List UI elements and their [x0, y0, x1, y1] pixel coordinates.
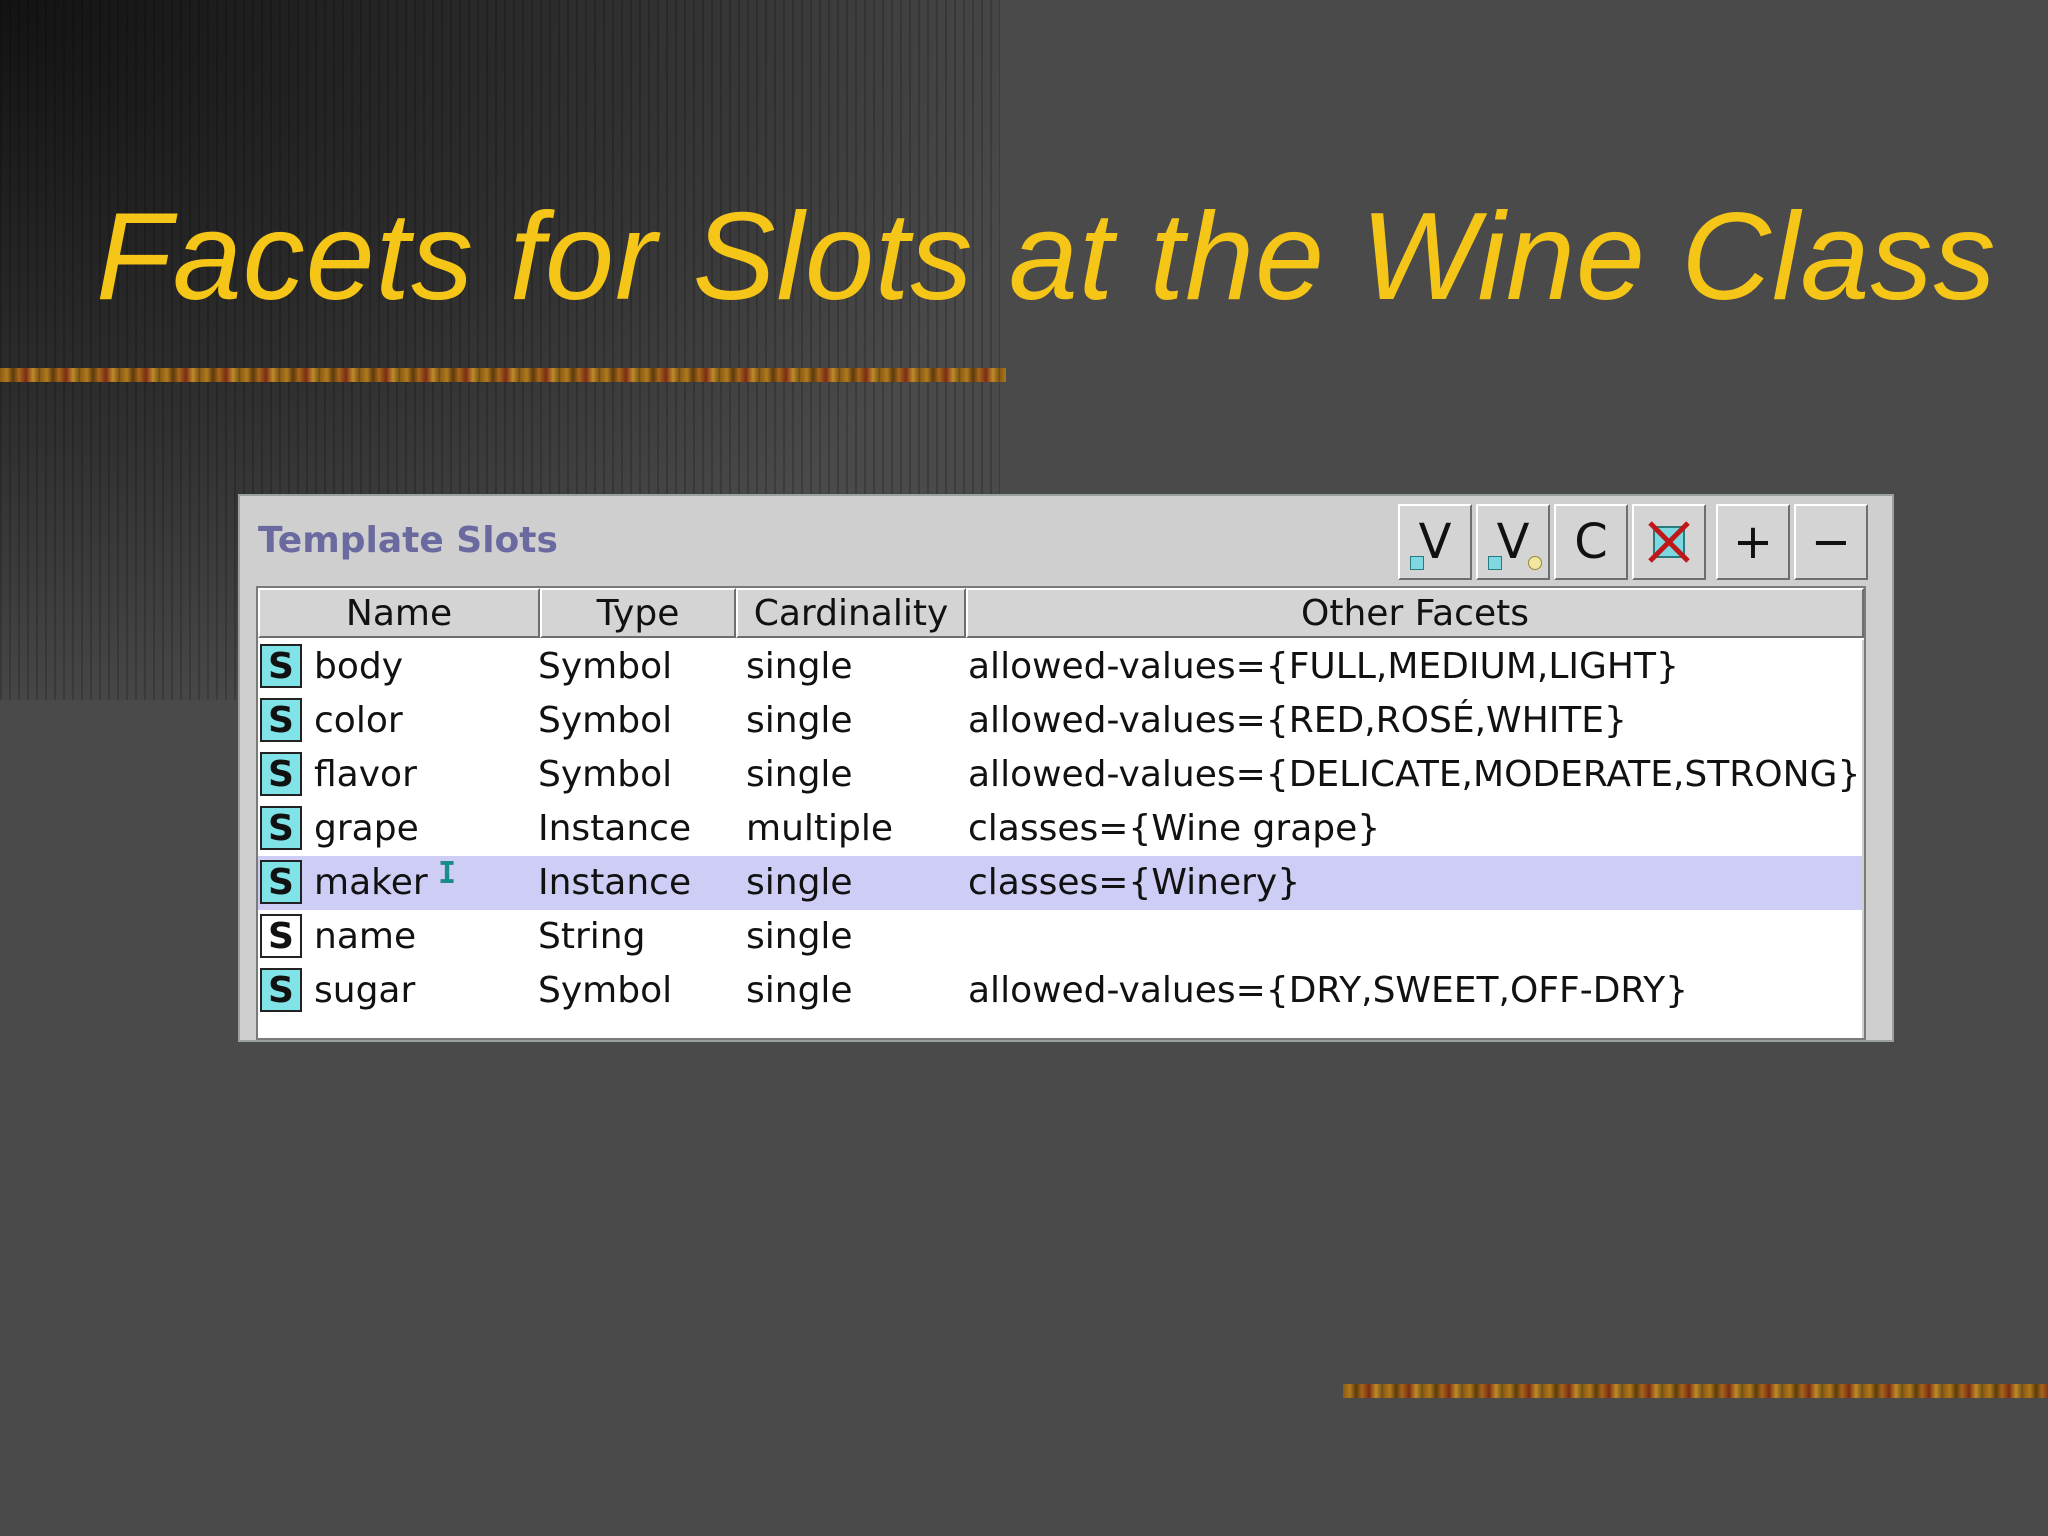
slide-title: Facets for Slots at the Wine Class	[96, 188, 1997, 326]
table-row[interactable]: S sugar Symbol single allowed-values={DR…	[258, 964, 1864, 1018]
slot-cardinality: single	[746, 970, 853, 1011]
slot-name: name	[314, 916, 417, 957]
slot-type: Symbol	[538, 970, 673, 1011]
slot-cardinality: single	[746, 916, 853, 957]
slot-type: String	[538, 916, 646, 957]
table-row[interactable]: S name String single	[258, 910, 1864, 964]
create-slot-icon: C	[1574, 514, 1608, 570]
remove-slot-button[interactable]: −	[1794, 504, 1868, 580]
table-header: Name Type Cardinality Other Facets	[258, 588, 1864, 638]
column-header-type[interactable]: Type	[540, 588, 736, 638]
slot-icon: S	[260, 914, 302, 958]
slot-icon: S	[260, 752, 302, 796]
view-slot-button[interactable]: V	[1398, 504, 1472, 580]
slot-cardinality: multiple	[746, 808, 894, 849]
slot-square-icon	[1410, 556, 1424, 570]
panel-label: Template Slots	[258, 520, 558, 561]
slot-name: flavor	[314, 754, 417, 795]
slot-type: Symbol	[538, 754, 673, 795]
slot-cardinality: single	[746, 754, 853, 795]
delete-slot-icon	[1648, 521, 1690, 563]
remove-slot-icon: −	[1810, 514, 1852, 570]
table-row[interactable]: S color Symbol single allowed-values={RE…	[258, 694, 1864, 748]
slot-type: Symbol	[538, 700, 673, 741]
slot-icon: S	[260, 644, 302, 688]
table-row[interactable]: S flavor Symbol single allowed-values={D…	[258, 748, 1864, 802]
slot-icon: S	[260, 860, 302, 904]
slot-cardinality: single	[746, 646, 853, 687]
column-header-other-facets[interactable]: Other Facets	[966, 588, 1864, 638]
slot-facets: allowed-values={FULL,MEDIUM,LIGHT}	[968, 646, 1679, 687]
decorative-rule-top	[0, 368, 1006, 382]
template-slots-panel: Template Slots V V C + − Name Type Cardi…	[238, 494, 1894, 1042]
slot-icon: S	[260, 806, 302, 850]
delete-slot-button[interactable]	[1632, 504, 1706, 580]
slot-name: body	[314, 646, 404, 687]
table-scrollbar[interactable]	[1862, 640, 1864, 1038]
add-slot-icon: +	[1732, 514, 1774, 570]
slot-type: Instance	[538, 862, 692, 903]
slot-type: Instance	[538, 808, 692, 849]
slot-facets: allowed-values={RED,ROSÉ,WHITE}	[968, 700, 1627, 741]
column-header-cardinality[interactable]: Cardinality	[736, 588, 966, 638]
slot-square-icon	[1488, 556, 1502, 570]
slot-name: sugar	[314, 970, 416, 1011]
slot-cardinality: single	[746, 862, 853, 903]
table-row[interactable]: S body Symbol single allowed-values={FUL…	[258, 640, 1864, 694]
slot-type: Symbol	[538, 646, 673, 687]
add-slot-button[interactable]: +	[1716, 504, 1790, 580]
decorative-rule-bottom	[1343, 1384, 2048, 1398]
create-slot-button[interactable]: C	[1554, 504, 1628, 580]
slot-icon: S	[260, 968, 302, 1012]
slot-cardinality: single	[746, 700, 853, 741]
slot-facets: classes={Winery}	[968, 862, 1301, 903]
slot-facets: classes={Wine grape}	[968, 808, 1381, 849]
text-cursor-icon: I	[438, 856, 457, 891]
slot-name: maker	[314, 862, 428, 903]
slot-name: color	[314, 700, 403, 741]
template-slots-table: Name Type Cardinality Other Facets S bod…	[256, 586, 1866, 1040]
slot-facets: allowed-values={DELICATE,MODERATE,STRONG…	[968, 754, 1861, 795]
slot-icon: S	[260, 698, 302, 742]
table-row-selected[interactable]: S maker I Instance single classes={Winer…	[258, 856, 1864, 910]
view-facet-button[interactable]: V	[1476, 504, 1550, 580]
slot-toolbar: V V C + −	[1398, 504, 1868, 580]
slot-facets: allowed-values={DRY,SWEET,OFF-DRY}	[968, 970, 1689, 1011]
facet-dot-icon	[1528, 556, 1542, 570]
column-header-name[interactable]: Name	[258, 588, 540, 638]
slot-name: grape	[314, 808, 419, 849]
table-row[interactable]: S grape Instance multiple classes={Wine …	[258, 802, 1864, 856]
